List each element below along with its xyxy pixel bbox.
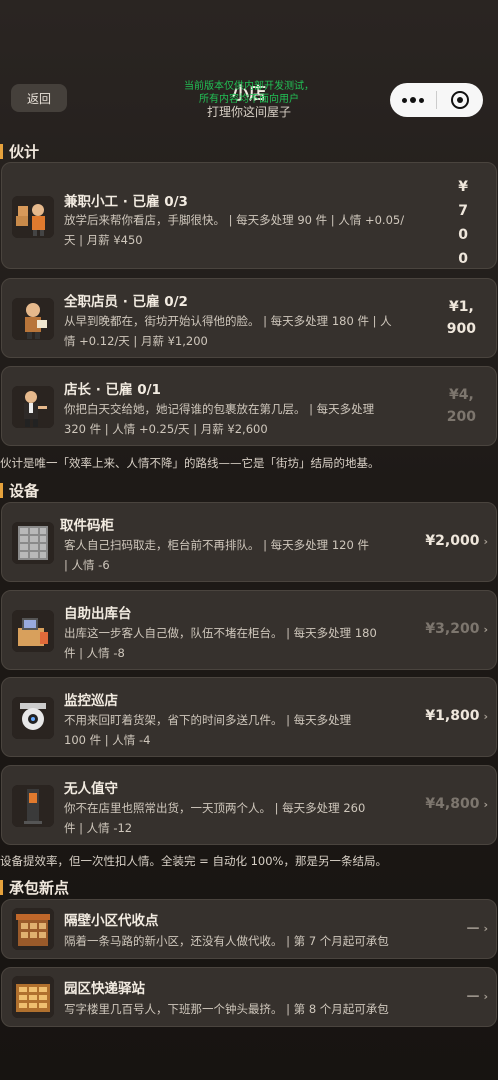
camera-icon [12,697,54,739]
equipment-name: 取件码柜 [60,518,114,534]
section-accent [0,482,3,498]
section-title: 设备 [9,481,40,500]
contract-status: — › [466,989,488,1004]
staff-desc-line: 情 +0.12/天 | 月薪 ¥1,200 [64,334,208,348]
equipment-desc: 你不在店里也照常出货，一天顶两个人。 | 每天多处理 260 件 | 人情 -1… [64,798,424,838]
locker-icon [12,522,54,564]
equipment-card-unmanned[interactable]: 无人值守 你不在店里也照常出货，一天顶两个人。 | 每天多处理 260 件 | … [1,765,497,845]
staff-note: 伙计是唯一「效率上来、人情不降」的路线——它是「街坊」结局的地基。 [0,456,380,470]
equipment-desc: 不用来回盯着货架，省下的时间多送几件。 | 每天多处理 100 件 | 人情 -… [64,710,414,750]
staff-price: ¥1, 900 [447,296,476,340]
self-checkout-icon [12,610,54,652]
top-bar: 返回 小店 打理你这间屋子 当前版本仅供内部开发测试， 所有内容均不面向用户 [0,0,498,130]
staff-desc-line: 天 | 月薪 ¥450 [64,233,143,247]
equipment-desc-line: 出库这一步客人自己做，队伍不堵在柜台。 | 每天多处理 180 [64,626,377,640]
equipment-desc-line: | 人情 -6 [64,558,110,572]
staff-desc: 放学后来帮你看店，手脚很快。 | 每天多处理 90 件 | 人情 +0.05/ … [64,210,436,250]
price-line: ¥1, [448,299,474,315]
contract-card-neighborhood[interactable]: 隔壁小区代收点 隔着一条马路的新小区，还没有人做代收。 | 第 7 个月起可承包… [1,899,497,959]
staff-card-part-time[interactable]: 兼职小工 · 已雇 0/3 放学后来帮你看店，手脚很快。 | 每天多处理 90 … [1,162,497,269]
staff-name: 全职店员 · 已雇 0/2 [64,294,188,310]
price-line: 7 [458,203,468,219]
chevron-right-icon: › [483,990,488,1003]
full-time-clerk-icon [12,298,54,340]
equipment-card-locker[interactable]: 取件码柜 客人自己扫码取走，柜台前不再排队。 | 每天多处理 120 件 | 人… [1,502,497,582]
price-value: ¥1,800 [425,708,480,724]
equipment-desc: 客人自己扫码取走，柜台前不再排队。 | 每天多处理 120 件 | 人情 -6 [64,535,414,575]
price-line: ¥ [458,179,468,195]
chevron-right-icon: › [483,709,488,723]
staff-desc-line: 你把白天交给她，她记得谁的包裹放在第几层。 | 每天多处理 [64,402,375,416]
stall-icon [12,908,54,950]
equipment-note: 设备提效率，但一次性扣人情。全装完 = 自动化 100%，那是另一条结局。 [0,854,387,868]
equipment-desc: 出库这一步客人自己做，队伍不堵在柜台。 | 每天多处理 180 件 | 人情 -… [64,623,424,663]
part-time-worker-icon [12,196,54,238]
test-notice: 当前版本仅供内部开发测试， 所有内容均不面向用户 [165,80,333,106]
equipment-price: ¥2,000 › [425,533,488,549]
close-icon[interactable] [437,91,483,109]
equipment-price: ¥1,800 › [425,708,488,724]
contract-name: 隔壁小区代收点 [64,913,159,929]
equipment-name: 监控巡店 [64,693,118,709]
price-value: ¥2,000 [425,533,480,549]
section-equipment: 设备 [0,479,39,501]
equipment-desc-line: 件 | 人情 -8 [64,646,125,660]
equipment-desc-line: 件 | 人情 -12 [64,821,133,835]
equipment-desc-line: 客人自己扫码取走，柜台前不再排队。 | 每天多处理 120 件 [64,538,369,552]
staff-desc-line: 320 件 | 人情 +0.25/天 | 月薪 ¥2,600 [64,422,268,436]
contract-desc: 隔着一条马路的新小区，还没有人做代收。 | 第 7 个月起可承包 [64,934,389,948]
price-line: ¥4, [448,387,474,403]
price-line: 900 [446,321,476,337]
contract-card-park-station[interactable]: 园区快递驿站 写字楼里几百号人，下班那一个钟头最挤。 | 第 8 个月起可承包 … [1,967,497,1027]
equipment-name: 自助出库台 [64,606,132,622]
staff-desc-line: 放学后来帮你看店，手脚很快。 | 每天多处理 90 件 | 人情 +0.05/ [64,213,405,227]
staff-name: 兼职小工 · 已雇 0/3 [64,194,188,210]
price-line: 200 [446,409,476,425]
equipment-name: 无人值守 [64,781,118,797]
chevron-right-icon: › [483,534,488,548]
price-value: — [466,989,480,1004]
staff-price: ¥4, 200 [447,384,476,428]
station-icon [12,976,54,1018]
equipment-desc-line: 100 件 | 人情 -4 [64,733,151,747]
section-staff: 伙计 [0,140,39,162]
staff-name: 店长 · 已雇 0/1 [64,382,161,398]
kiosk-icon [12,785,54,827]
section-accent [0,879,3,895]
equipment-price: ¥4,800 › [425,796,488,812]
test-notice-line1: 当前版本仅供内部开发测试， [184,81,314,92]
equipment-card-camera[interactable]: 监控巡店 不用来回盯着货架，省下的时间多送几件。 | 每天多处理 100 件 |… [1,677,497,757]
price-value: — [466,921,480,936]
equipment-price: ¥3,200 › [425,621,488,637]
section-contract: 承包新点 [0,876,69,898]
section-title: 承包新点 [9,878,70,897]
section-accent [0,143,3,159]
chevron-right-icon: › [483,622,488,636]
equipment-card-self-checkout[interactable]: 自助出库台 出库这一步客人自己做，队伍不堵在柜台。 | 每天多处理 180 件 … [1,590,497,670]
test-notice-line2: 所有内容均不面向用户 [199,94,299,105]
price-line: 0 [458,251,468,267]
contract-status: — › [466,921,488,936]
section-title: 伙计 [9,142,40,161]
equipment-desc-line: 不用来回盯着货架，省下的时间多送几件。 | 每天多处理 [64,713,352,727]
more-icon[interactable] [390,97,436,103]
price-line: 0 [458,227,468,243]
staff-desc: 你把白天交给她，她记得谁的包裹放在第几层。 | 每天多处理 320 件 | 人情… [64,399,444,439]
staff-card-full-time[interactable]: 全职店员 · 已雇 0/2 从早到晚都在，街坊开始认得他的脸。 | 每天多处理 … [1,278,497,358]
chevron-right-icon: › [483,922,488,935]
equipment-desc-line: 你不在店里也照常出货，一天顶两个人。 | 每天多处理 260 [64,801,366,815]
staff-desc-line: 从早到晚都在，街坊开始认得他的脸。 | 每天多处理 180 件 | 人 [64,314,392,328]
contract-desc: 写字楼里几百号人，下班那一个钟头最挤。 | 第 8 个月起可承包 [64,1002,389,1016]
staff-desc: 从早到晚都在，街坊开始认得他的脸。 | 每天多处理 180 件 | 人 情 +0… [64,311,444,351]
manager-icon [12,386,54,428]
price-value: ¥4,800 [425,796,480,812]
staff-price: ¥ 7 0 0 [458,175,468,271]
contract-name: 园区快递驿站 [64,981,145,997]
mini-program-capsule [390,83,483,117]
staff-card-manager[interactable]: 店长 · 已雇 0/1 你把白天交给她，她记得谁的包裹放在第几层。 | 每天多处… [1,366,497,446]
price-value: ¥3,200 [425,621,480,637]
chevron-right-icon: › [483,797,488,811]
